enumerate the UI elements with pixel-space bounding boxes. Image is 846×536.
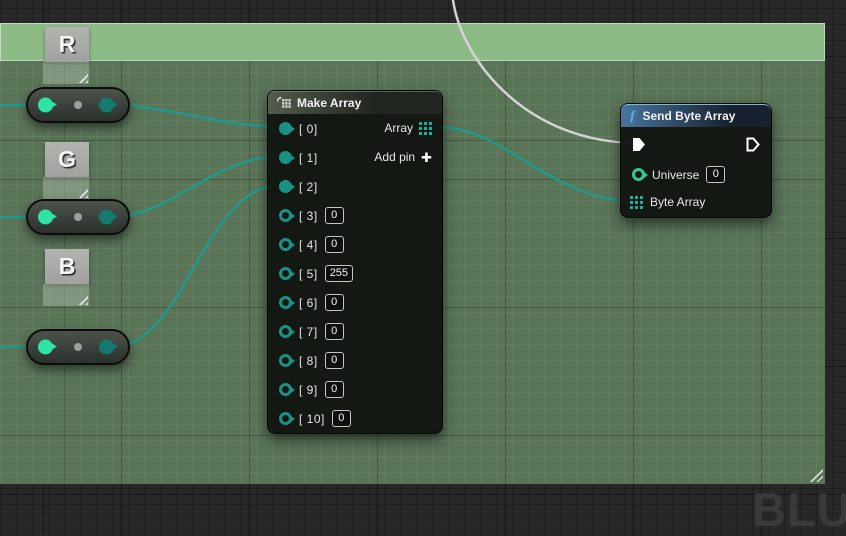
capsule-input-pin[interactable] xyxy=(38,210,53,225)
pin-row: [ 9] 0 xyxy=(268,375,442,404)
pin-label: [ 10] xyxy=(299,412,325,426)
universe-pin[interactable] xyxy=(632,168,645,181)
array-element-pin[interactable] xyxy=(279,209,292,222)
comment-resize-handle[interactable] xyxy=(75,292,88,305)
conversion-node-b[interactable] xyxy=(26,329,130,365)
pin-value-input[interactable]: 0 xyxy=(325,381,344,398)
add-pin-button[interactable]: Add pin ✚ xyxy=(374,150,432,164)
pin-label: [ 7] xyxy=(299,325,318,339)
pin-row: [ 7] 0 xyxy=(268,317,442,346)
pin-label: [ 8] xyxy=(299,354,318,368)
pin-row: [ 5] 255 xyxy=(268,259,442,288)
pin-row: [ 10] 0 xyxy=(268,404,442,433)
capsule-input-pin[interactable] xyxy=(38,340,53,355)
array-element-pin[interactable] xyxy=(279,383,292,396)
universe-label: Universe xyxy=(652,168,699,182)
capsule-output-pin[interactable] xyxy=(99,340,114,355)
pin-value-input[interactable]: 255 xyxy=(325,265,353,282)
array-grid-pin-icon[interactable] xyxy=(419,122,432,135)
pin-label: [ 3] xyxy=(299,209,318,223)
pin-row: [ 4] 0 xyxy=(268,230,442,259)
conversion-node-r[interactable] xyxy=(26,87,130,123)
comment-title-bar[interactable] xyxy=(0,23,825,61)
array-element-pin[interactable] xyxy=(279,354,292,367)
array-element-pin[interactable] xyxy=(279,296,292,309)
byte-array-row: Byte Array xyxy=(630,195,705,209)
comment-resize-handle[interactable] xyxy=(75,70,88,83)
comment-body-b xyxy=(43,284,89,306)
universe-row: Universe 0 xyxy=(632,166,725,183)
exec-output-pin[interactable] xyxy=(746,137,760,152)
universe-value-input[interactable]: 0 xyxy=(706,166,725,183)
blueprint-graph-canvas[interactable]: { "watermark": "BLU", "comments": { "mai… xyxy=(0,0,846,505)
array-element-pin[interactable] xyxy=(279,267,292,280)
pin-label: [ 9] xyxy=(299,383,318,397)
blueprint-watermark: BLU xyxy=(752,486,846,533)
byte-array-label: Byte Array xyxy=(650,195,705,209)
pin-label: [ 0] xyxy=(299,122,318,136)
array-output[interactable]: Array xyxy=(384,121,432,135)
byte-array-grid-pin-icon[interactable] xyxy=(630,196,643,209)
capsule-output-pin[interactable] xyxy=(99,98,114,113)
node-send-byte-array[interactable]: ƒ Send Byte Array Universe 0 Byte Array xyxy=(620,103,772,218)
pin-label: [ 5] xyxy=(299,267,318,281)
comment-body-r xyxy=(43,62,89,84)
pin-label: [ 2] xyxy=(299,180,318,194)
pin-value-input[interactable]: 0 xyxy=(325,323,344,340)
array-output-label: Array xyxy=(384,121,413,135)
conversion-node-g[interactable] xyxy=(26,199,130,235)
comment-title-r[interactable]: R xyxy=(45,27,89,62)
array-element-pin[interactable] xyxy=(279,325,292,338)
array-element-pin[interactable] xyxy=(279,180,292,193)
pin-value-input[interactable]: 0 xyxy=(332,410,351,427)
node-title: Send Byte Array xyxy=(643,109,736,123)
pin-value-input[interactable]: 0 xyxy=(325,236,344,253)
exec-input-pin[interactable] xyxy=(632,137,646,152)
capsule-dot-icon xyxy=(74,213,82,221)
comment-resize-handle[interactable] xyxy=(75,185,88,198)
capsule-output-pin[interactable] xyxy=(99,210,114,225)
function-icon: ƒ xyxy=(629,109,637,124)
add-pin-label: Add pin xyxy=(374,150,415,164)
node-title: Make Array xyxy=(297,96,361,110)
array-element-pin[interactable] xyxy=(279,238,292,251)
node-header[interactable]: ƒ Send Byte Array xyxy=(621,104,771,127)
comment-title-g[interactable]: G xyxy=(45,142,89,177)
pin-label: [ 4] xyxy=(299,238,318,252)
array-element-pin[interactable] xyxy=(279,151,292,164)
array-element-pin[interactable] xyxy=(279,412,292,425)
pin-value-input[interactable]: 0 xyxy=(325,207,344,224)
capsule-input-pin[interactable] xyxy=(38,98,53,113)
comment-title-b[interactable]: B xyxy=(45,249,89,284)
pin-value-input[interactable]: 0 xyxy=(325,294,344,311)
pin-label: [ 1] xyxy=(299,151,318,165)
make-array-icon xyxy=(276,96,291,110)
pin-row: [ 2] xyxy=(268,172,442,201)
array-element-pin[interactable] xyxy=(279,122,292,135)
add-pin-icon: ✚ xyxy=(421,151,432,164)
pin-row: [ 6] 0 xyxy=(268,288,442,317)
node-make-array[interactable]: Make Array [ 0] [ 1] [ 2] [ 3] 0 [ 4] 0 … xyxy=(267,90,443,434)
pin-row: [ 3] 0 xyxy=(268,201,442,230)
node-header[interactable]: Make Array xyxy=(268,91,442,114)
pin-value-input[interactable]: 0 xyxy=(325,352,344,369)
pin-label: [ 6] xyxy=(299,296,318,310)
capsule-dot-icon xyxy=(74,343,82,351)
pin-row: [ 8] 0 xyxy=(268,346,442,375)
comment-body-g xyxy=(43,177,89,199)
capsule-dot-icon xyxy=(74,101,82,109)
